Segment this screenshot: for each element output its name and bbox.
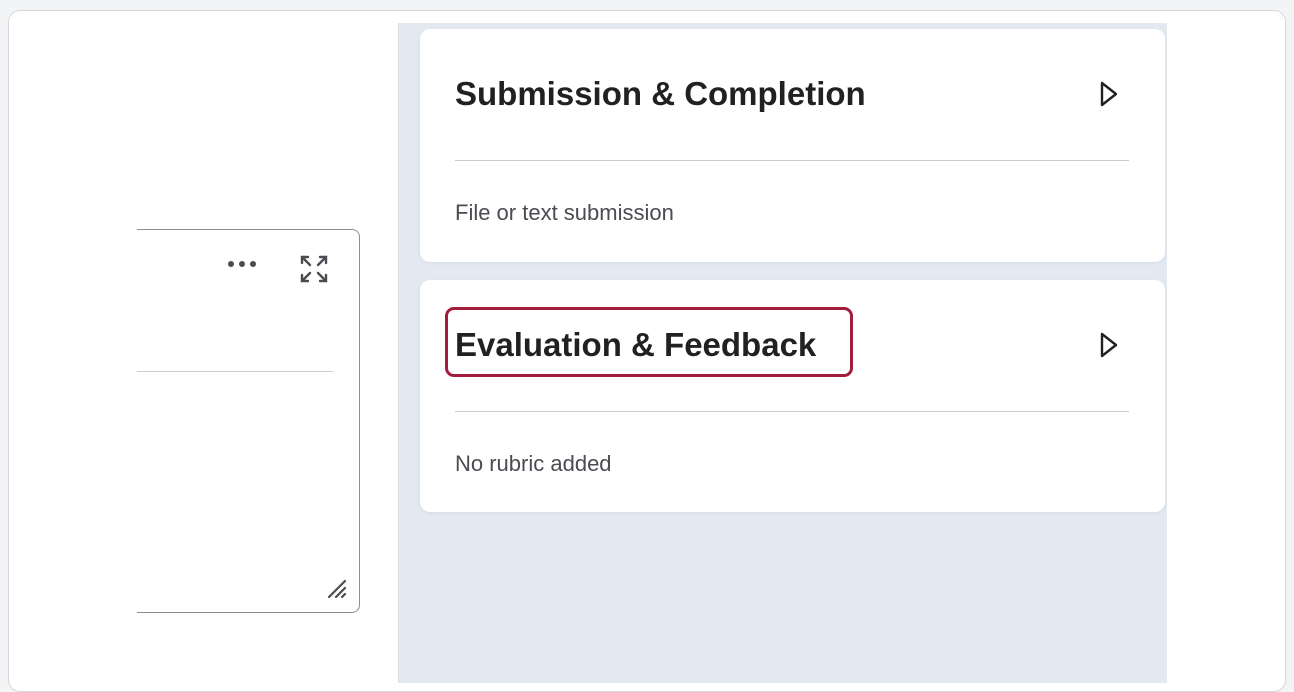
- evaluation-feedback-title[interactable]: Evaluation & Feedback: [455, 326, 816, 364]
- submission-completion-expand-button[interactable]: [1096, 79, 1122, 109]
- editor-divider: [137, 371, 333, 372]
- settings-panel: Submission & Completion File or text sub…: [398, 23, 1167, 683]
- evaluation-feedback-expand-button[interactable]: [1096, 330, 1122, 360]
- submission-completion-card[interactable]: Submission & Completion File or text sub…: [420, 29, 1165, 262]
- card-divider: [455, 411, 1129, 412]
- submission-summary: File or text submission: [455, 200, 674, 225]
- evaluation-summary: No rubric added: [455, 451, 612, 476]
- card-divider: [455, 160, 1129, 161]
- app-window: Submission & Completion File or text sub…: [8, 10, 1286, 692]
- chevron-right-outline-icon: [1100, 81, 1118, 107]
- more-options-button[interactable]: [225, 252, 259, 276]
- more-horizontal-icon: [228, 261, 256, 267]
- submission-completion-title[interactable]: Submission & Completion: [455, 75, 866, 113]
- description-editor[interactable]: [137, 229, 360, 613]
- chevron-right-outline-icon: [1100, 332, 1118, 358]
- resize-handle-icon: [327, 579, 347, 599]
- fullscreen-icon: [300, 255, 328, 283]
- fullscreen-button[interactable]: [297, 252, 331, 286]
- evaluation-feedback-card[interactable]: Evaluation & Feedback No rubric added: [420, 280, 1165, 512]
- resize-handle[interactable]: [325, 577, 349, 601]
